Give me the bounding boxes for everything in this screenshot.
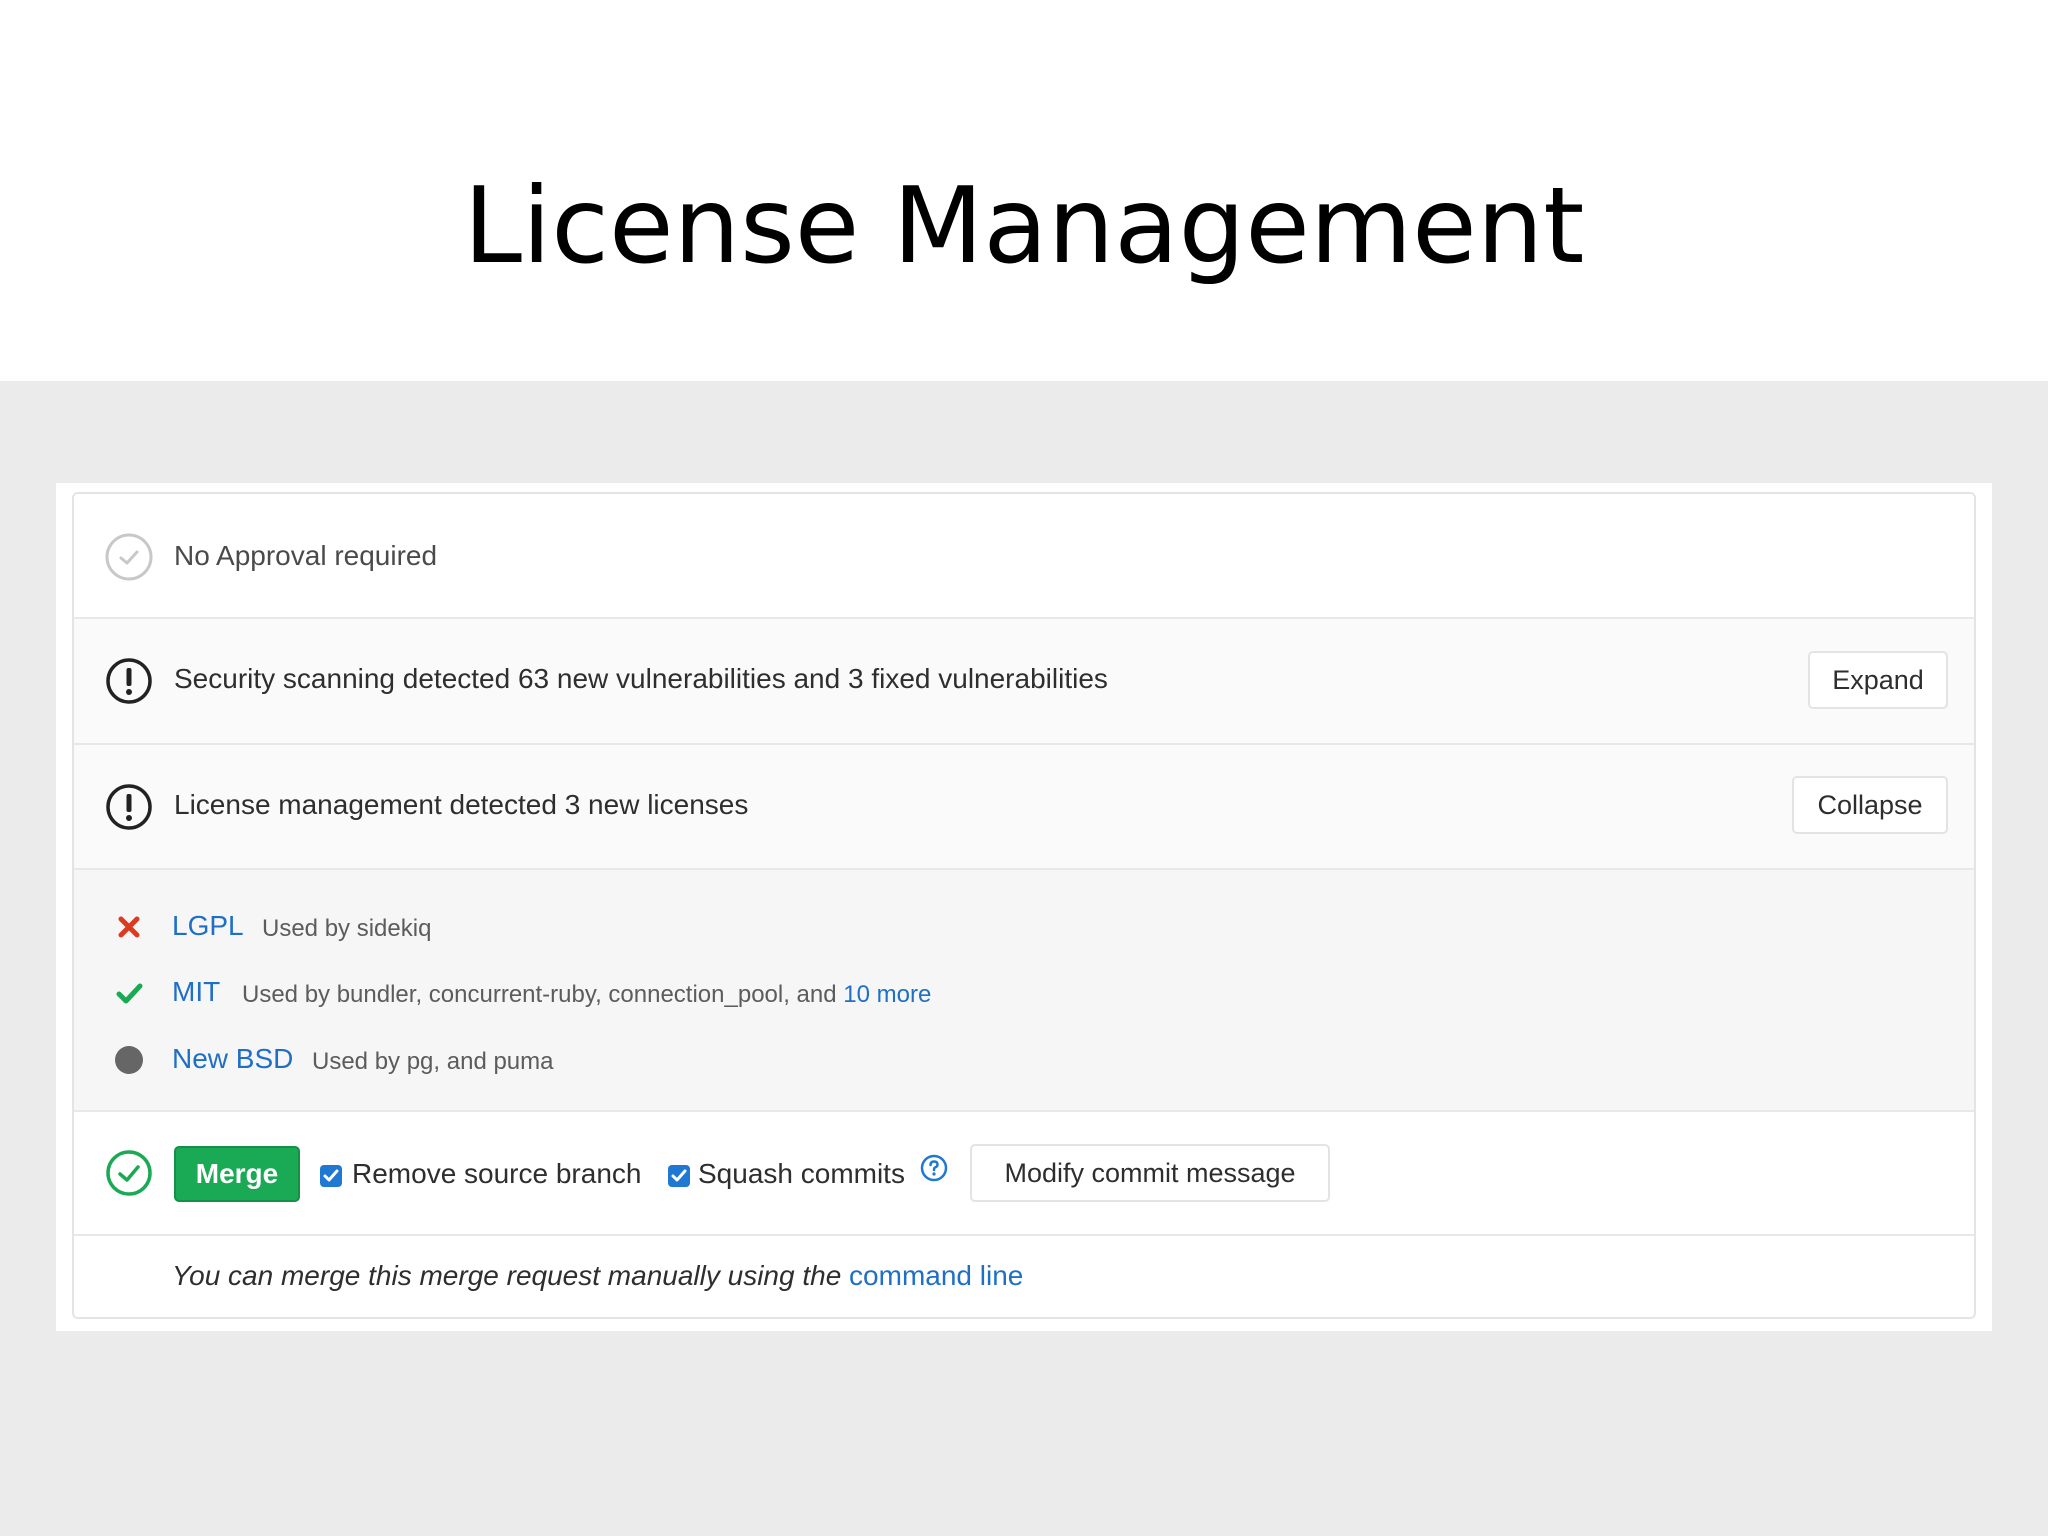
command-line-link[interactable]: command line bbox=[849, 1260, 1023, 1291]
license-usage-text: Used by pg, and puma bbox=[312, 1048, 554, 1075]
license-list: LGPL Used by sidekiq MIT Used by bundler… bbox=[74, 870, 1974, 1112]
approval-check-circle-icon bbox=[105, 533, 153, 581]
license-summary-text: License management detected 3 new licens… bbox=[174, 789, 749, 820]
merge-button[interactable]: Merge bbox=[174, 1146, 300, 1202]
license-usage-text: Used by bundler, concurrent-ruby, connec… bbox=[242, 981, 932, 1008]
more-dependencies-link[interactable]: 10 more bbox=[843, 981, 931, 1008]
screenshot-frame: No Approval required Security scanning d… bbox=[56, 483, 1992, 1331]
warning-icon bbox=[106, 784, 152, 830]
squash-commits-checkbox[interactable] bbox=[668, 1165, 690, 1187]
license-item-mit: MIT Used by bundler, concurrent-ruby, co… bbox=[74, 968, 1974, 1018]
license-usage-text: Used by sidekiq bbox=[262, 915, 432, 942]
security-text: Security scanning detected 63 new vulner… bbox=[174, 663, 1108, 694]
license-item-new-bsd: New BSD Used by pg, and puma bbox=[74, 1035, 1974, 1085]
license-name-link[interactable]: MIT bbox=[172, 976, 220, 1008]
license-item-lgpl: LGPL Used by sidekiq bbox=[74, 902, 1974, 952]
slide-title: License Management bbox=[463, 165, 1585, 287]
approval-text: No Approval required bbox=[174, 540, 438, 571]
x-icon bbox=[118, 916, 140, 938]
security-section: Security scanning detected 63 new vulner… bbox=[74, 619, 1974, 745]
checkmark-icon bbox=[323, 1169, 339, 1182]
merge-actions: Merge Remove source branch Squash commit… bbox=[74, 1112, 1974, 1236]
license-name-link[interactable]: New BSD bbox=[172, 1043, 293, 1075]
modify-commit-message-button[interactable]: Modify commit message bbox=[970, 1144, 1330, 1202]
license-summary-section: License management detected 3 new licens… bbox=[74, 745, 1974, 870]
checkmark-icon bbox=[671, 1169, 687, 1182]
merge-request-widget: No Approval required Security scanning d… bbox=[72, 492, 1976, 1319]
success-check-circle-icon bbox=[106, 1150, 152, 1196]
remove-source-branch-checkbox[interactable] bbox=[320, 1165, 342, 1187]
dot-icon bbox=[115, 1046, 143, 1074]
help-question-icon[interactable] bbox=[920, 1154, 948, 1182]
collapse-button[interactable]: Collapse bbox=[1792, 776, 1948, 834]
approval-section: No Approval required bbox=[74, 494, 1974, 619]
manual-merge-note: You can merge this merge request manuall… bbox=[74, 1236, 1974, 1317]
check-icon bbox=[116, 983, 143, 1004]
remove-source-branch-label[interactable]: Remove source branch bbox=[352, 1158, 641, 1190]
warning-icon bbox=[106, 658, 152, 704]
manual-merge-text: You can merge this merge request manuall… bbox=[172, 1260, 1024, 1291]
squash-commits-label[interactable]: Squash commits bbox=[698, 1158, 905, 1190]
expand-button[interactable]: Expand bbox=[1808, 651, 1948, 709]
slide-header: License Management bbox=[0, 0, 2048, 381]
license-name-link[interactable]: LGPL bbox=[172, 910, 244, 942]
